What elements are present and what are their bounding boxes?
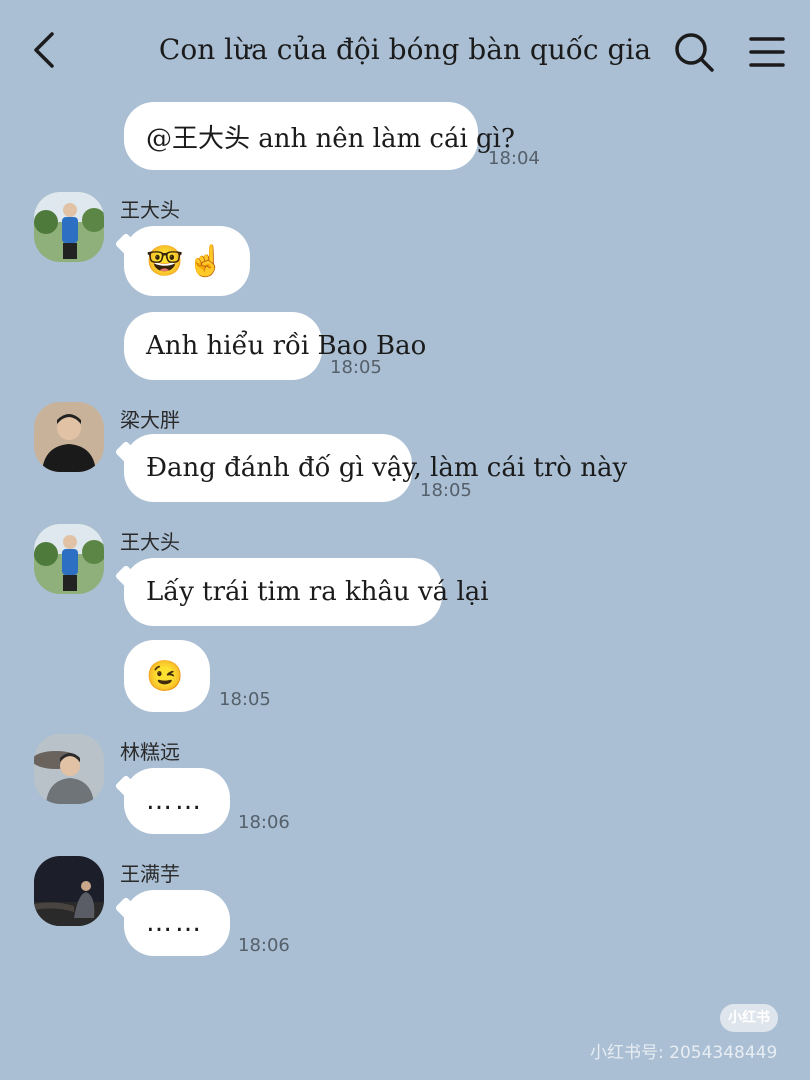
message-time: 18:05 xyxy=(330,357,382,378)
message-text: @王大头 anh nên làm cái gì? xyxy=(146,123,515,154)
message-time: 18:05 xyxy=(219,689,271,710)
message-time: 18:06 xyxy=(238,812,290,833)
message-bubble[interactable]: Đang đánh đố gì vậy, làm cái trò này xyxy=(124,434,627,502)
message-bubble[interactable]: @王大头 anh nên làm cái gì? xyxy=(124,102,515,170)
sender-name: 王大头 xyxy=(120,530,180,554)
message-bubble[interactable]: …… xyxy=(124,768,230,834)
message-text: 🤓☝️ xyxy=(146,243,229,279)
avatar[interactable] xyxy=(34,856,104,926)
chat-title: Con lừa của đội bóng bàn quốc gia xyxy=(158,33,652,66)
message-time: 18:06 xyxy=(238,935,290,956)
avatar[interactable] xyxy=(34,524,104,594)
message-text: …… xyxy=(146,908,204,938)
avatar[interactable] xyxy=(34,734,104,804)
message-time: 18:05 xyxy=(420,480,472,501)
watermark-text: 小红书号: 2054348449 xyxy=(590,1043,778,1063)
sender-name: 王满芋 xyxy=(120,862,180,886)
message-bubble[interactable]: 🤓☝️ xyxy=(124,226,250,296)
message-bubble[interactable]: Lấy trái tim ra khâu vá lại xyxy=(124,558,489,626)
message-text: Lấy trái tim ra khâu vá lại xyxy=(146,577,489,607)
sender-name: 王大头 xyxy=(120,198,180,222)
sender-name: 林糕远 xyxy=(120,740,180,764)
chat-header: Con lừa của đội bóng bàn quốc gia xyxy=(0,0,810,100)
message-text: …… xyxy=(146,786,204,816)
avatar[interactable] xyxy=(34,402,104,472)
message-bubble[interactable]: 😉 xyxy=(124,640,210,712)
sender-name: 梁大胖 xyxy=(120,408,180,432)
avatar[interactable] xyxy=(34,192,104,262)
message-bubble[interactable]: Anh hiểu rồi Bao Bao xyxy=(124,312,426,380)
message-text: 😉 xyxy=(146,658,188,694)
message-text: Anh hiểu rồi Bao Bao xyxy=(146,331,427,361)
message-time: 18:04 xyxy=(488,148,540,169)
message-bubble[interactable]: …… xyxy=(124,890,230,956)
search-icon[interactable] xyxy=(672,30,716,74)
message-text: Đang đánh đố gì vậy, làm cái trò này xyxy=(146,453,628,483)
menu-icon[interactable] xyxy=(746,30,788,74)
chevron-left-icon[interactable] xyxy=(26,28,66,72)
watermark-badge: 小红书 xyxy=(720,1004,778,1032)
